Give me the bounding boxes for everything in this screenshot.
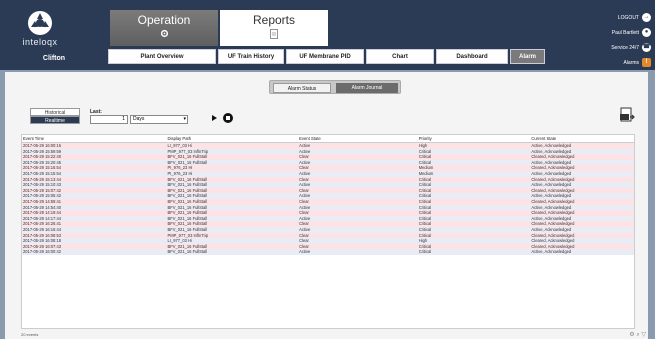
table-body: 2017-05-29 16:00:16 LI_977_03 Hi Active Hig… — [22, 143, 634, 255]
subtab-bar: Plant Overview UF Train History UF Membr… — [108, 49, 545, 64]
last-range-controls: 1 Days ▾ — [90, 115, 188, 124]
history-realtime-toggle: Historical Realtime — [30, 108, 80, 124]
col-event-time[interactable]: Event Time — [22, 135, 167, 142]
search-icon[interactable]: ⌕ — [636, 332, 639, 338]
subtab-chart[interactable]: Chart — [366, 49, 434, 64]
table-cell: Critical — [418, 249, 432, 255]
settings-icon[interactable]: ⚙ — [629, 332, 634, 338]
logo-icon — [28, 11, 52, 35]
table-row[interactable]: 2017-05-29 16:00:42 BFV_021_16 FullStall A… — [22, 249, 634, 255]
realtime-button[interactable]: Realtime — [30, 116, 80, 124]
subtab-uf-train-history[interactable]: UF Train History — [218, 49, 284, 64]
subtab-uf-membrane-pid[interactable]: UF Membrane PID — [286, 49, 364, 64]
tab-reports-label: Reports — [252, 13, 296, 27]
user-link[interactable]: Paul Bartlett ● — [611, 25, 651, 40]
range-amount-stepper[interactable]: 1 — [90, 115, 128, 124]
brand-name: inteloqx — [22, 37, 58, 47]
col-event-state[interactable]: Event State — [298, 135, 418, 142]
user-icon: ● — [642, 28, 651, 37]
subtab-plant-overview[interactable]: Plant Overview — [108, 49, 216, 64]
tab-operation[interactable]: Operation — [110, 10, 218, 46]
alarms-label: Alarms — [623, 59, 639, 66]
alarm-status-button[interactable]: Alarm Status — [273, 83, 331, 93]
logout-icon: → — [642, 13, 651, 22]
table-cell: Active, Acknowledged — [531, 249, 572, 255]
logout-link[interactable]: LOGOUT → — [611, 10, 651, 25]
tab-reports[interactable]: Reports — [220, 10, 328, 46]
alarms-link[interactable]: Alarms ! — [611, 55, 651, 70]
table-header: Event Time Display Path Event State Prio… — [22, 135, 634, 143]
gear-icon — [160, 29, 168, 38]
alarm-journal-table: Event Time Display Path Event State Prio… — [21, 134, 635, 329]
event-count: 20 events — [21, 332, 39, 337]
tab-operation-label: Operation — [137, 13, 191, 27]
range-unit-value: Days — [133, 116, 145, 122]
user-panel: LOGOUT → Paul Bartlett ● Service 24/7 ☎ … — [611, 10, 651, 70]
stop-icon[interactable] — [223, 113, 233, 123]
alarm-mode-switch: Alarm Status Alarm Journal — [269, 80, 401, 94]
range-unit-select[interactable]: Days ▾ — [130, 115, 188, 124]
service-label: Service 24/7 — [611, 44, 639, 51]
historical-button[interactable]: Historical — [30, 108, 80, 116]
site-name: Clifton — [42, 55, 66, 62]
table-tools: ⚙ ⌕ ▽ — [629, 331, 646, 339]
play-icon[interactable] — [212, 115, 217, 121]
export-icon[interactable] — [619, 107, 635, 124]
app-root: inteloqx Clifton Operation Reports Plant… — [0, 0, 655, 339]
alarm-bell-icon: ! — [642, 58, 651, 67]
table-cell: BFV_021_16 FullStall — [167, 249, 208, 255]
filter-icon[interactable]: ▽ — [641, 332, 646, 338]
table-cell: Active — [299, 249, 311, 255]
chevron-down-icon: ▾ — [183, 116, 186, 122]
subtab-dashboard[interactable]: Dashboard — [436, 49, 508, 64]
service-link[interactable]: Service 24/7 ☎ — [611, 40, 651, 55]
phone-icon: ☎ — [642, 43, 651, 52]
col-current-state[interactable]: Current State — [530, 135, 634, 142]
document-icon — [270, 29, 278, 39]
col-display-path[interactable]: Display Path — [167, 135, 299, 142]
alarm-journal-button[interactable]: Alarm Journal — [336, 83, 398, 93]
subtab-alarm[interactable]: Alarm — [510, 49, 545, 64]
logout-label: LOGOUT — [617, 14, 639, 21]
user-name: Paul Bartlett — [611, 29, 639, 36]
table-cell: 2017-05-29 16:00:42 — [23, 249, 62, 255]
top-bar: inteloqx Clifton Operation Reports Plant… — [0, 0, 655, 70]
col-priority[interactable]: Priority — [418, 135, 531, 142]
